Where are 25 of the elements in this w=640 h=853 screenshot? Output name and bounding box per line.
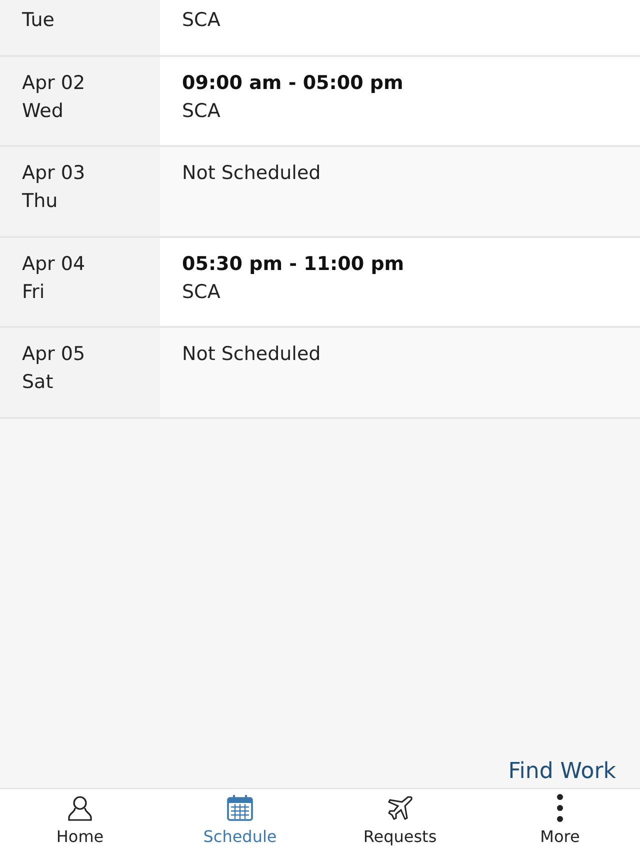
status-label: Not Scheduled bbox=[182, 161, 322, 186]
calendar-icon bbox=[226, 794, 254, 822]
person-icon bbox=[66, 794, 94, 822]
nav-tab[interactable]: Requests bbox=[320, 789, 480, 853]
shift-location: SCA bbox=[182, 8, 222, 33]
weekday-label: Thu bbox=[22, 189, 59, 214]
shift-time: 09:00 am - 05:00 pm bbox=[182, 70, 404, 96]
nav-tab[interactable]: More bbox=[480, 789, 640, 853]
weekday-label: Sat bbox=[22, 370, 54, 395]
nav-tab[interactable]: Schedule bbox=[160, 789, 320, 853]
date-label: Apr 03 bbox=[22, 161, 86, 186]
shift-location: SCA bbox=[182, 98, 222, 124]
find-work-link[interactable]: Find Work bbox=[508, 754, 616, 788]
date-label: Apr 04 bbox=[22, 252, 86, 276]
nav-tab[interactable]: Home bbox=[0, 789, 160, 853]
status-label: Not Scheduled bbox=[182, 342, 322, 367]
more-icon bbox=[555, 793, 565, 823]
date-label: Apr 05 bbox=[22, 342, 86, 367]
date-label: Apr 02 bbox=[22, 70, 86, 96]
airplane-icon bbox=[386, 794, 414, 822]
weekday-label: Tue bbox=[22, 8, 56, 33]
weekday-label: Wed bbox=[22, 98, 64, 124]
shift-time: 05:30 pm - 11:00 pm bbox=[182, 252, 406, 276]
weekday-label: Fri bbox=[22, 280, 46, 304]
shift-location: SCA bbox=[182, 280, 222, 304]
